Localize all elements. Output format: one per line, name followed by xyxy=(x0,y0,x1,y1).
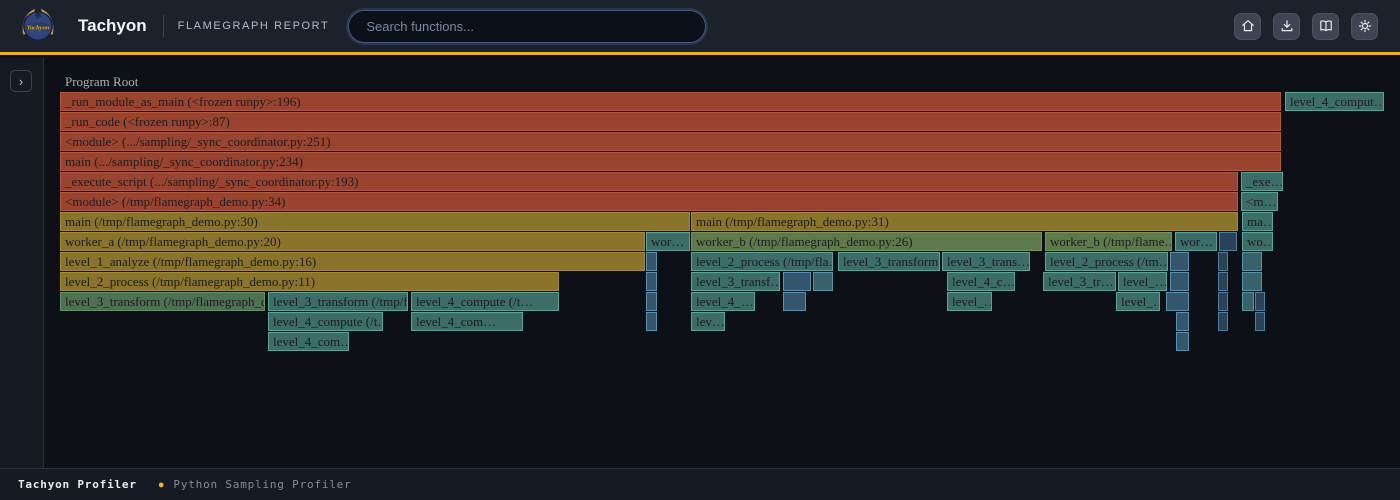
flame-bar[interactable]: level_… xyxy=(1116,292,1160,311)
flame-bar[interactable] xyxy=(1166,292,1189,311)
flame-bar[interactable]: worker_a (/tmp/flamegraph_demo.py:20) xyxy=(60,232,645,251)
flame-bar[interactable]: <module> (/tmp/flamegraph_demo.py:34) xyxy=(60,192,1238,211)
flame-bar[interactable]: level_4_c… xyxy=(947,272,1015,291)
flame-bar[interactable]: _execute_script (.../sampling/_sync_coor… xyxy=(60,172,1238,191)
flame-bar[interactable]: level_3_transform… xyxy=(838,252,940,271)
flame-bar[interactable]: _exe… xyxy=(1241,172,1283,191)
flame-bar[interactable] xyxy=(1255,312,1265,331)
flame-bar[interactable] xyxy=(1170,272,1189,291)
flame-bar[interactable]: <m… xyxy=(1241,192,1278,211)
header-divider xyxy=(163,15,164,37)
flame-bar[interactable]: level_3_trans… xyxy=(942,252,1030,271)
download-button[interactable] xyxy=(1273,13,1300,40)
flame-bar[interactable] xyxy=(1218,272,1228,291)
tachyon-logo-icon: Tachyon xyxy=(17,5,59,47)
flame-bar[interactable] xyxy=(1242,292,1254,311)
flame-bar[interactable]: _run_code (<frozen runpy>:87) xyxy=(60,112,1281,131)
sun-icon xyxy=(1357,18,1373,34)
flame-bar[interactable] xyxy=(1218,292,1228,311)
flame-bar[interactable]: main (/tmp/flamegraph_demo.py:31) xyxy=(691,212,1238,231)
flame-bar[interactable] xyxy=(646,272,657,291)
flame-bar[interactable]: level_1_analyze (/tmp/flamegraph_demo.py… xyxy=(60,252,645,271)
flame-bar[interactable]: level_4_com… xyxy=(268,332,349,351)
flame-bar[interactable]: main (.../sampling/_sync_coordinator.py:… xyxy=(60,152,1281,171)
flame-bar[interactable]: level_3_transform (/tmp/flamegraph_dem… xyxy=(60,292,265,311)
flame-bar[interactable]: level_2_process (/tmp/fla… xyxy=(691,252,833,271)
flame-bar[interactable] xyxy=(1176,312,1189,331)
flame-bar[interactable]: level_… xyxy=(947,292,992,311)
flame-bar[interactable]: wor… xyxy=(646,232,690,251)
flame-bar[interactable]: ma… xyxy=(1242,212,1273,231)
flame-bar[interactable] xyxy=(783,272,811,291)
flame-bar[interactable]: level_4_comput… xyxy=(1285,92,1384,111)
flame-bar[interactable]: <module> (.../sampling/_sync_coordinator… xyxy=(60,132,1281,151)
flame-bar[interactable] xyxy=(1242,252,1262,271)
status-bar: Tachyon Profiler ● Python Sampling Profi… xyxy=(0,468,1400,500)
svg-text:Tachyon: Tachyon xyxy=(27,25,50,32)
book-icon xyxy=(1318,18,1334,34)
flamegraph-bars: _run_module_as_main (<frozen runpy>:196)… xyxy=(60,92,1384,354)
flame-bar[interactable]: level_4_com… xyxy=(411,312,523,331)
status-dot-icon: ● xyxy=(159,480,165,489)
flame-bar[interactable] xyxy=(813,272,833,291)
search-input[interactable] xyxy=(348,10,706,43)
flame-bar[interactable] xyxy=(1218,312,1228,331)
flame-bar[interactable] xyxy=(1219,232,1237,251)
home-icon xyxy=(1240,18,1256,34)
flame-bar[interactable] xyxy=(1170,252,1189,271)
flame-bar[interactable] xyxy=(783,292,806,311)
flame-bar[interactable]: level_2_process (/tmp/flamegraph_demo.py… xyxy=(60,272,559,291)
flame-bar[interactable] xyxy=(1218,252,1228,271)
home-button[interactable] xyxy=(1234,13,1261,40)
flame-bar[interactable]: lev… xyxy=(691,312,725,331)
theme-button[interactable] xyxy=(1351,13,1378,40)
program-root-label[interactable]: Program Root xyxy=(65,74,138,90)
flame-bar[interactable] xyxy=(1255,292,1265,311)
report-type-label: FLAMEGRAPH REPORT xyxy=(178,20,330,32)
flame-bar[interactable]: level_2_process (/tm… xyxy=(1045,252,1168,271)
toolbar xyxy=(1234,13,1378,40)
flame-bar[interactable]: level_4_compute (/t… xyxy=(268,312,383,331)
flame-bar[interactable]: level_… xyxy=(1118,272,1167,291)
flame-bar[interactable]: level_3_tr… xyxy=(1043,272,1116,291)
flame-bar[interactable] xyxy=(1176,332,1189,351)
status-app-label: Tachyon Profiler xyxy=(18,478,137,491)
download-icon xyxy=(1279,18,1295,34)
flame-bar[interactable]: wo… xyxy=(1242,232,1273,251)
app-title: Tachyon xyxy=(78,16,147,36)
flame-bar[interactable]: _run_module_as_main (<frozen runpy>:196) xyxy=(60,92,1281,111)
flame-bar[interactable]: level_4_… xyxy=(691,292,755,311)
flame-bar[interactable] xyxy=(646,252,657,271)
status-profiler-label: Python Sampling Profiler xyxy=(173,478,351,491)
flame-bar[interactable] xyxy=(1242,272,1262,291)
flame-bar[interactable]: worker_b (/tmp/flamegraph_demo.py:26) xyxy=(691,232,1042,251)
docs-button[interactable] xyxy=(1312,13,1339,40)
header: Tachyon Tachyon FLAMEGRAPH REPORT xyxy=(0,0,1400,55)
flame-bar[interactable]: worker_b (/tmp/flame… xyxy=(1045,232,1172,251)
flame-bar[interactable]: level_3_transf… xyxy=(691,272,780,291)
flame-bar[interactable] xyxy=(646,292,657,311)
flame-bar[interactable]: level_3_transform (/tmp/fl… xyxy=(268,292,408,311)
sidebar-toggle-button[interactable]: › xyxy=(10,70,32,92)
flame-bar[interactable]: wor… xyxy=(1175,232,1217,251)
flame-bar[interactable]: level_4_compute (/t… xyxy=(411,292,559,311)
chevron-right-icon: › xyxy=(19,74,23,89)
sidebar: › xyxy=(0,58,44,468)
flame-bar[interactable] xyxy=(646,312,657,331)
flame-bar[interactable]: main (/tmp/flamegraph_demo.py:30) xyxy=(60,212,690,231)
